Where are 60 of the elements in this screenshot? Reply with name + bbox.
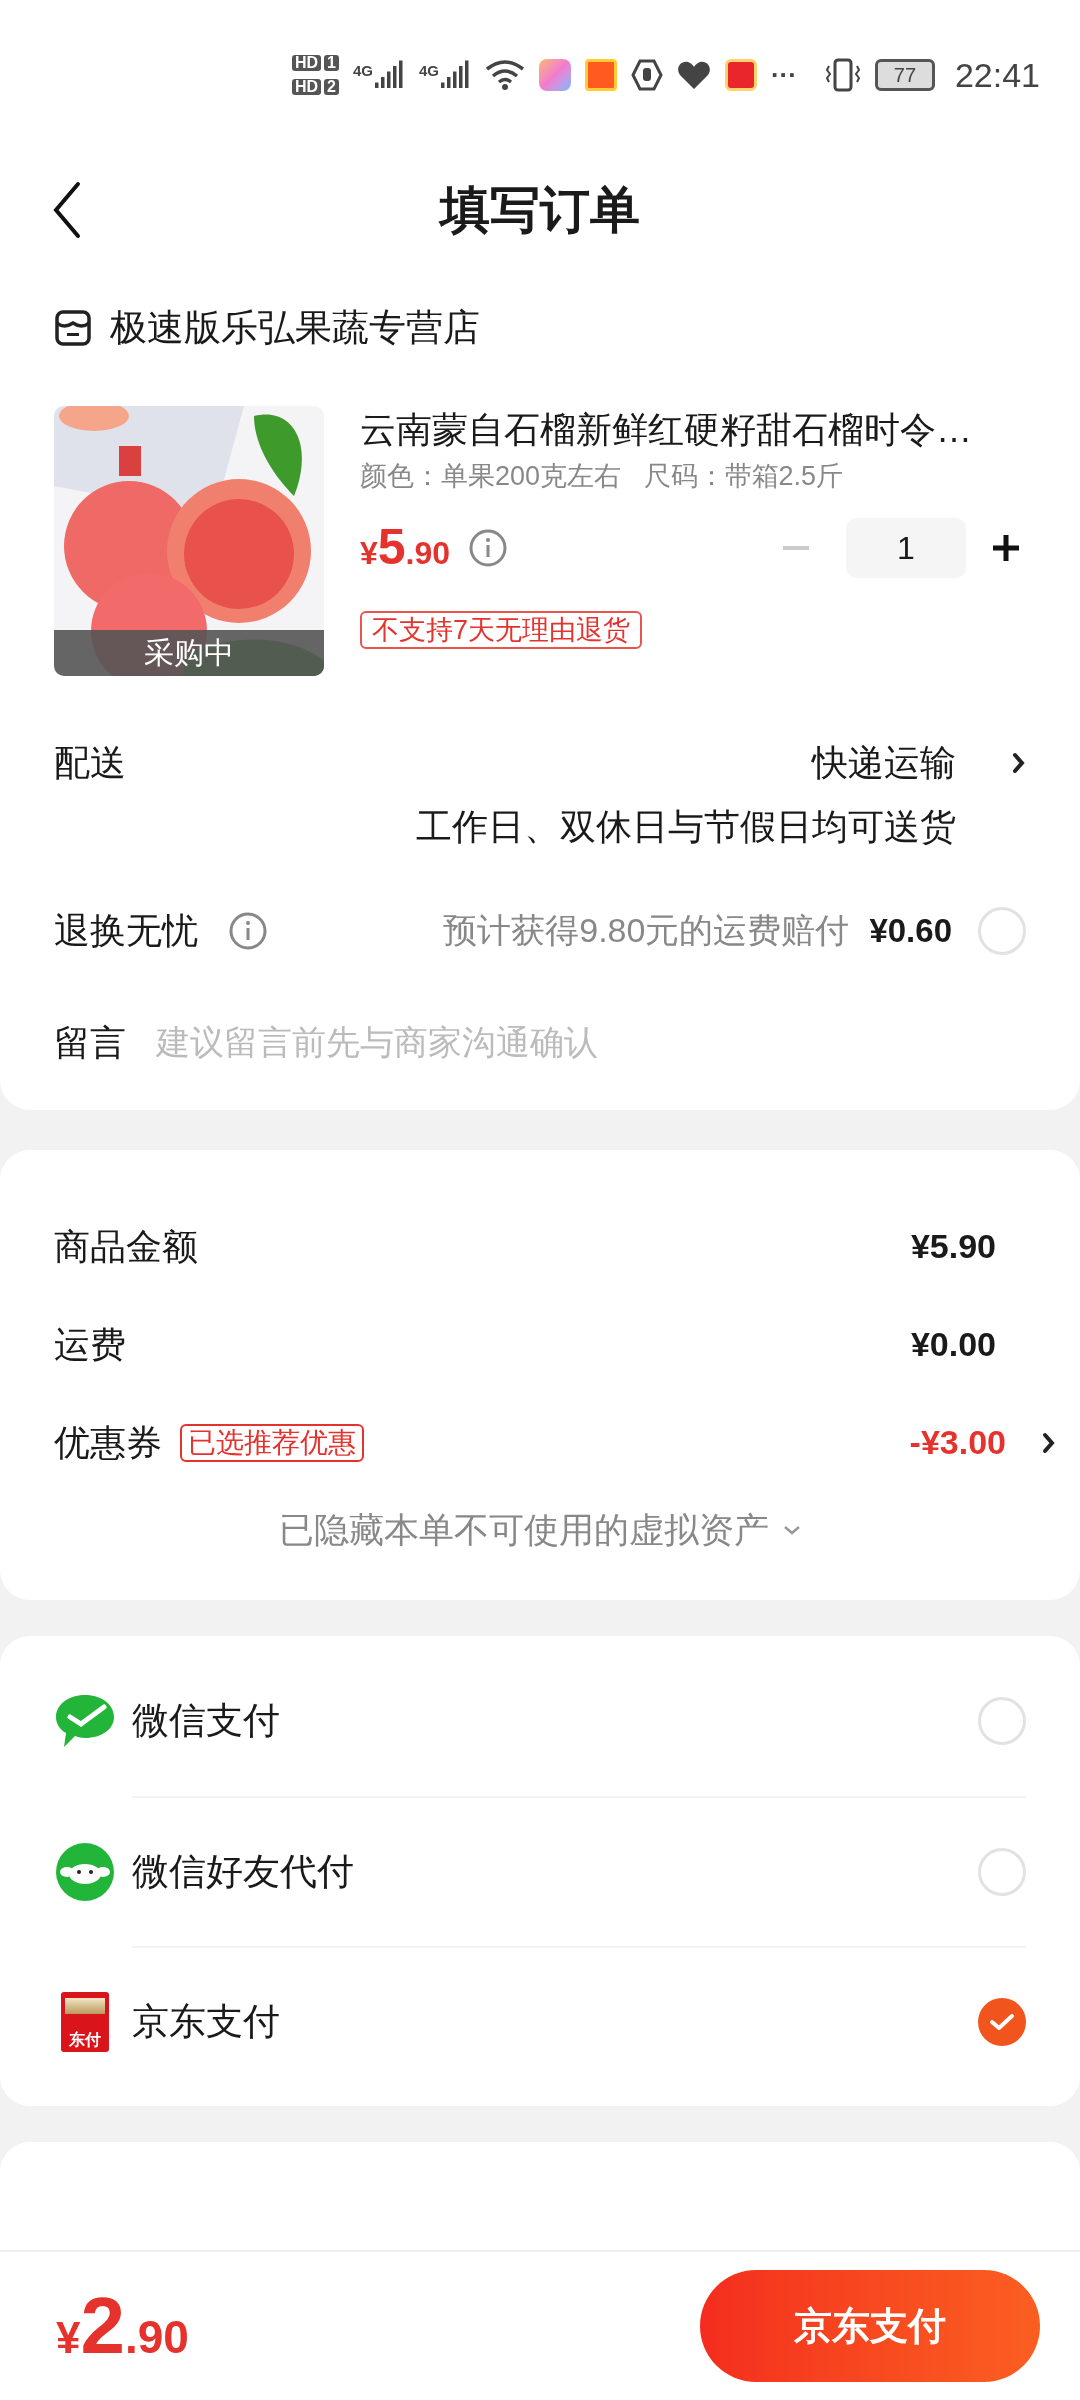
- payment-label: 微信好友代付: [132, 1850, 354, 1895]
- payment-option[interactable]: 微信好友代付: [132, 1796, 1026, 1946]
- chevron-down-icon[interactable]: [783, 1523, 801, 1536]
- vibrate-icon: [824, 58, 861, 92]
- radio-button[interactable]: [978, 1848, 1026, 1896]
- delivery-note: 工作日、双休日与节假日均可送货: [416, 804, 956, 849]
- app-icon: [724, 59, 757, 91]
- radio-button[interactable]: [978, 1697, 1026, 1745]
- checkmark-icon: [989, 2012, 1015, 2032]
- heart-icon: [676, 60, 711, 90]
- summary-value: ¥0.00: [910, 1324, 996, 1365]
- store-name: 极速版乐弘果蔬专营店: [110, 306, 480, 350]
- summary-value: -¥3.00: [909, 1422, 1006, 1463]
- quantity-field[interactable]: 1: [846, 517, 966, 578]
- product-price: ¥5.90: [360, 518, 451, 577]
- returns-label: 退换无忧: [54, 908, 198, 953]
- product-title: 云南蒙自石榴新鲜红硬籽甜石榴时令…: [360, 407, 973, 452]
- summary-label: 商品金额: [54, 1224, 198, 1269]
- pay-button[interactable]: 京东支付: [700, 2270, 1040, 2382]
- info-icon[interactable]: [228, 910, 268, 951]
- info-icon[interactable]: [468, 527, 509, 568]
- page-title: 填写订单: [440, 180, 640, 240]
- radio-checked[interactable]: [978, 1998, 1026, 2046]
- returns-price: ¥0.60: [869, 910, 952, 951]
- signal-icon: [440, 60, 471, 90]
- coupon-tag: 已选推荐优惠: [180, 1423, 364, 1462]
- wifi-icon: [484, 59, 525, 91]
- payment-label: 京东支付: [132, 2000, 280, 2045]
- summary-label: 运费: [54, 1322, 126, 1367]
- total-price: ¥2.90: [56, 2280, 189, 2372]
- card-logo-icon: 东付: [61, 1992, 109, 2052]
- image-badge: 采购中: [54, 629, 324, 676]
- network-label: 4G: [418, 61, 439, 81]
- payment-label: 微信支付: [132, 1699, 280, 1744]
- battery-indicator: 77: [874, 59, 935, 91]
- delivery-label: 配送: [54, 740, 126, 785]
- signal-icon: [374, 60, 405, 90]
- product-spec: 颜色：单果200克左右 尺码：带箱2.5斤: [360, 459, 845, 493]
- app-icon: [584, 59, 617, 91]
- payment-option[interactable]: 微信支付: [54, 1646, 1026, 1796]
- sim-label: HD 2: [291, 79, 339, 95]
- delivery-method: 快递运输: [812, 740, 956, 785]
- plus-icon: [991, 532, 1021, 563]
- summary-value: ¥5.90: [910, 1226, 996, 1267]
- return-policy-tag: 不支持7天无理由退货: [360, 611, 643, 649]
- dog-face-icon: [55, 1842, 115, 1902]
- store-icon: [54, 308, 92, 347]
- app-icon: [538, 59, 571, 91]
- status-time: 22:41: [954, 54, 1040, 96]
- more-icons-indicator: ···: [770, 58, 797, 92]
- chevron-right-icon: [1012, 751, 1026, 774]
- message-label: 留言: [54, 1020, 126, 1065]
- sim-label: HD 1: [291, 55, 339, 71]
- hidden-assets-note: 已隐藏本单不可使用的虚拟资产: [279, 1508, 769, 1551]
- compensation-note: 预计获得9.80元的运费赔付: [443, 910, 850, 951]
- summary-label: 优惠券: [54, 1420, 162, 1465]
- radio-button[interactable]: [978, 906, 1026, 955]
- chat-check-icon: [54, 1693, 116, 1749]
- chevron-right-icon: [1042, 1431, 1056, 1454]
- network-label: 4G: [352, 61, 373, 81]
